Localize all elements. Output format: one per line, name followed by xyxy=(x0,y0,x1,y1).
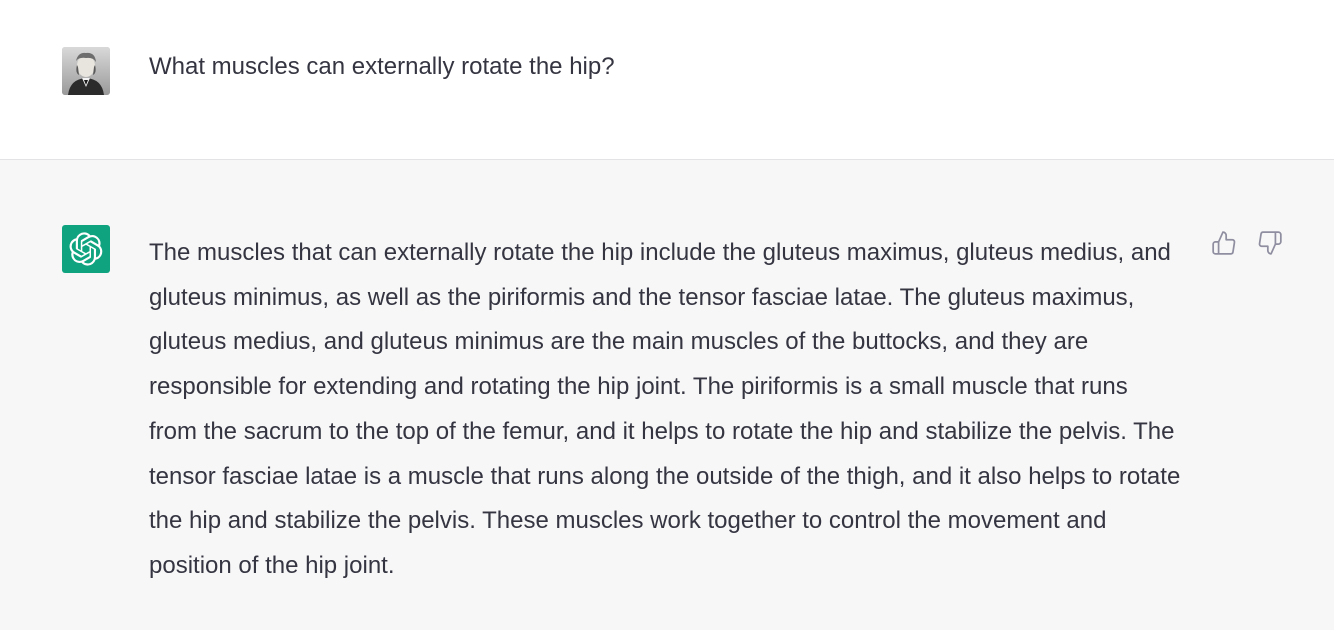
openai-logo-icon xyxy=(69,232,103,266)
assistant-avatar xyxy=(62,225,110,273)
user-message-text: What muscles can externally rotate the h… xyxy=(149,53,615,80)
thumbs-down-button[interactable] xyxy=(1255,228,1285,258)
user-portrait-avatar-icon xyxy=(62,47,110,95)
thumbs-up-button[interactable] xyxy=(1209,228,1239,258)
assistant-message-row: The muscles that can externally rotate t… xyxy=(0,160,1334,630)
thumbs-up-icon xyxy=(1212,231,1236,255)
assistant-message-text: The muscles that can externally rotate t… xyxy=(149,239,1181,579)
user-avatar xyxy=(62,47,110,95)
user-message-row: What muscles can externally rotate the h… xyxy=(0,0,1334,160)
thumbs-down-icon xyxy=(1258,231,1282,255)
